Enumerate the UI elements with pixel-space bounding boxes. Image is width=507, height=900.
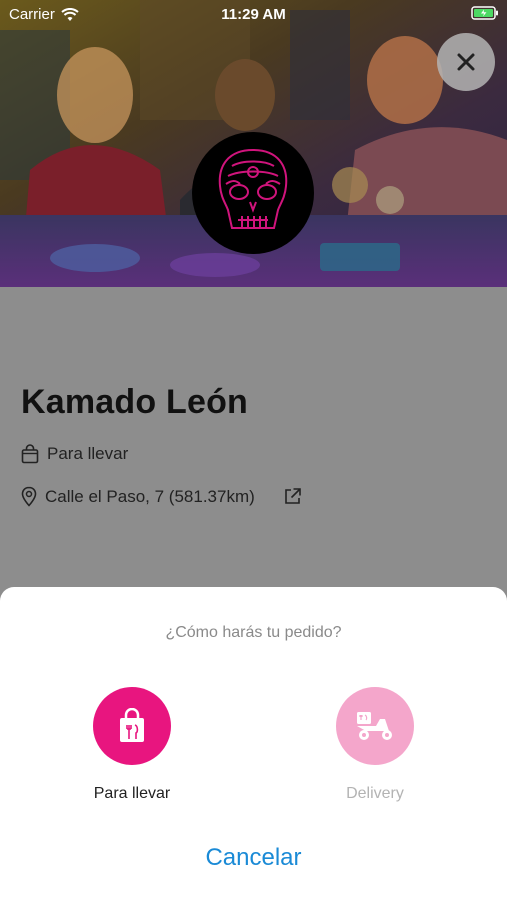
service-type-label: Para llevar bbox=[47, 444, 129, 463]
order-type-question: ¿Cómo harás tu pedido? bbox=[165, 624, 342, 641]
location-pin-icon bbox=[21, 486, 37, 507]
restaurant-name: Kamado León bbox=[21, 383, 249, 421]
restaurant-logo bbox=[192, 132, 314, 254]
close-button[interactable] bbox=[437, 33, 495, 91]
para-llevar-circle[interactable] bbox=[93, 687, 171, 765]
cancel-button[interactable]: Cancelar bbox=[0, 844, 507, 872]
service-type-row: Para llevar bbox=[21, 444, 128, 464]
external-link-icon[interactable] bbox=[283, 487, 302, 506]
option-delivery[interactable]: Delivery bbox=[305, 687, 445, 803]
order-type-sheet: ¿Cómo harás tu pedido? Para llevar Deliv… bbox=[0, 587, 507, 900]
delivery-scooter-icon bbox=[357, 712, 392, 740]
status-time: 11:29 AM bbox=[221, 6, 286, 23]
shopping-bag-icon bbox=[120, 708, 144, 742]
skull-logo-icon bbox=[218, 148, 288, 229]
address-row: Calle el Paso, 7 (581.37km) bbox=[21, 486, 255, 507]
delivery-label[interactable]: Delivery bbox=[305, 785, 445, 803]
status-bar: Carrier 11:29 AM bbox=[0, 0, 507, 28]
para-llevar-label[interactable]: Para llevar bbox=[62, 785, 202, 803]
delivery-circle[interactable] bbox=[336, 687, 414, 765]
shopping-bag-icon bbox=[21, 444, 39, 464]
battery-icon bbox=[471, 6, 498, 20]
address-label: Calle el Paso, 7 (581.37km) bbox=[45, 486, 255, 506]
close-icon bbox=[457, 53, 475, 71]
option-para-llevar[interactable]: Para llevar bbox=[62, 687, 202, 803]
